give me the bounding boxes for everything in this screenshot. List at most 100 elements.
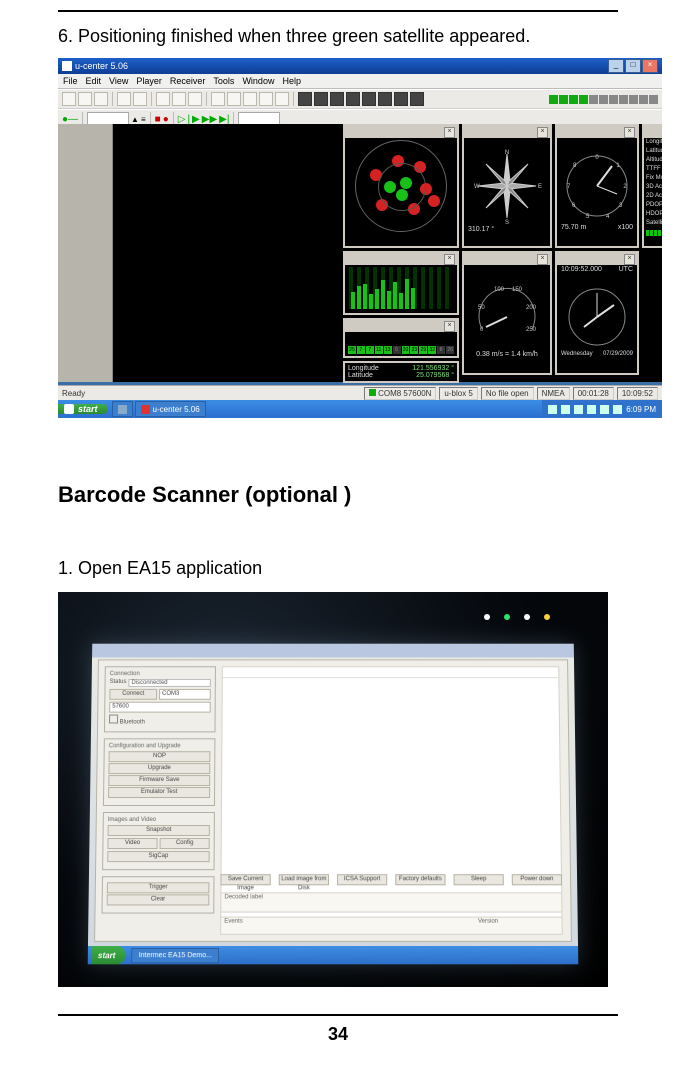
save-image-button[interactable]: Save Current Image (220, 874, 270, 885)
toolbar-button[interactable] (346, 92, 360, 106)
workspace-sidebar (58, 124, 113, 382)
toolbar-button[interactable] (330, 92, 344, 106)
load-image-button[interactable]: Load image from Disk (279, 874, 329, 885)
play-icon[interactable]: ▶ (192, 114, 200, 125)
config-button[interactable]: Config (160, 838, 210, 849)
device-led (504, 614, 510, 620)
snapshot-button[interactable]: Snapshot (108, 825, 210, 836)
toolbar-button[interactable] (78, 92, 92, 106)
toolbar-button[interactable] (94, 92, 108, 106)
bottom-rule (58, 1014, 618, 1016)
toolbar-button[interactable] (275, 92, 289, 106)
toolbar-button[interactable] (314, 92, 328, 106)
panel-close-icon[interactable]: × (444, 254, 455, 265)
icsa-button[interactable]: ICSA Support (337, 874, 387, 885)
toolbar-button[interactable] (394, 92, 408, 106)
start-button[interactable]: start (92, 946, 126, 964)
emulator-button[interactable]: Emulator Test (108, 787, 210, 798)
firmware-button[interactable]: Firmware Save (108, 775, 210, 786)
port-select[interactable]: COM3 (159, 689, 211, 700)
svg-text:100: 100 (494, 287, 505, 293)
toolbar-button[interactable] (259, 92, 273, 106)
toolbar-button[interactable] (211, 92, 225, 106)
menu-edit[interactable]: Edit (86, 76, 102, 86)
svg-text:50: 50 (478, 305, 485, 311)
panel-close-icon[interactable]: × (537, 127, 548, 138)
tray-icon[interactable] (587, 405, 596, 414)
trigger-button[interactable]: Trigger (107, 882, 210, 893)
panel-position-info: × Longitude121.556932° Latitude25.079568… (642, 124, 662, 248)
signal-block (599, 95, 608, 104)
toolbar-button[interactable] (172, 92, 186, 106)
clock-tz: UTC (619, 266, 633, 273)
end-icon[interactable]: ▶| (219, 114, 229, 125)
toolbar-button[interactable] (62, 92, 76, 106)
powerdown-button[interactable]: Power down (512, 874, 562, 885)
taskbar-quicklaunch[interactable] (112, 401, 133, 417)
device-led (484, 614, 490, 620)
menu-view[interactable]: View (109, 76, 128, 86)
menu-help[interactable]: Help (282, 76, 301, 86)
video-button[interactable]: Video (107, 838, 157, 849)
toolbar-button[interactable] (117, 92, 131, 106)
svg-text:250: 250 (526, 327, 537, 333)
satellite-red (414, 161, 426, 173)
taskbar-app-ea15[interactable]: Intermec EA15 Demo... (131, 948, 219, 963)
record-icon[interactable]: ● (163, 114, 169, 125)
panel-close-icon[interactable]: × (624, 254, 635, 265)
factory-button[interactable]: Factory defaults (395, 874, 445, 885)
start-button[interactable]: start (58, 404, 108, 414)
panel-close-icon[interactable]: × (444, 321, 455, 332)
nop-button[interactable]: NOP (109, 751, 211, 762)
tray-icon[interactable] (574, 405, 583, 414)
clear-button[interactable]: Clear (107, 894, 210, 905)
tray-icon[interactable] (561, 405, 570, 414)
baud-select[interactable]: 57600 (109, 702, 211, 713)
sigcap-button[interactable]: SigCap (107, 851, 209, 862)
svg-text:S: S (505, 220, 509, 226)
tray-icon[interactable] (600, 405, 609, 414)
satellite-red (392, 155, 404, 167)
record-icon[interactable]: ■ (155, 114, 161, 125)
panel-signal-ids: × 25771113620232932826 (343, 318, 459, 358)
taskbar-app-ucenter[interactable]: u-center 5.06 (135, 401, 206, 417)
play-icon[interactable]: ▷ (178, 114, 186, 125)
satellite-red (428, 195, 440, 207)
toolbar-button[interactable] (156, 92, 170, 106)
close-button[interactable]: × (642, 59, 658, 73)
fwd-icon[interactable]: ▶▶ (202, 114, 217, 125)
tray-icon[interactable] (548, 405, 557, 414)
signal-block (589, 95, 598, 104)
signal-block (649, 95, 658, 104)
status-ready: Ready (62, 389, 85, 398)
play-icon[interactable]: ●— (62, 114, 78, 125)
maximize-button[interactable]: □ (625, 59, 641, 73)
satellite-red (408, 203, 420, 215)
menu-window[interactable]: Window (242, 76, 274, 86)
menu-player[interactable]: Player (136, 76, 162, 86)
toolbar-button[interactable] (298, 92, 312, 106)
sleep-button[interactable]: Sleep (454, 874, 504, 885)
toolbar-button[interactable] (410, 92, 424, 106)
toolbar-button[interactable] (133, 92, 147, 106)
menu-receiver[interactable]: Receiver (170, 76, 206, 86)
tray-icon[interactable] (613, 405, 622, 414)
panel-altitude: × 0 1 2 3 4 5 6 7 8 (555, 124, 639, 248)
toolbar-button[interactable] (378, 92, 392, 106)
toolbar-button[interactable] (362, 92, 376, 106)
toolbar-button[interactable] (227, 92, 241, 106)
menu-file[interactable]: File (63, 76, 78, 86)
toolbar-button[interactable] (188, 92, 202, 106)
connect-button[interactable]: Connect (109, 689, 157, 700)
panel-close-icon[interactable]: × (444, 127, 455, 138)
panel-close-icon[interactable]: × (624, 127, 635, 138)
upgrade-button[interactable]: Upgrade (108, 763, 210, 774)
signal-block (619, 95, 628, 104)
minimize-button[interactable]: _ (608, 59, 624, 73)
menu-tools[interactable]: Tools (213, 76, 234, 86)
satellite-green (400, 177, 412, 189)
panel-close-icon[interactable]: × (537, 254, 548, 265)
workspace: × × (58, 124, 662, 382)
toolbar-button[interactable] (243, 92, 257, 106)
window-title: u-center 5.06 (75, 61, 128, 71)
